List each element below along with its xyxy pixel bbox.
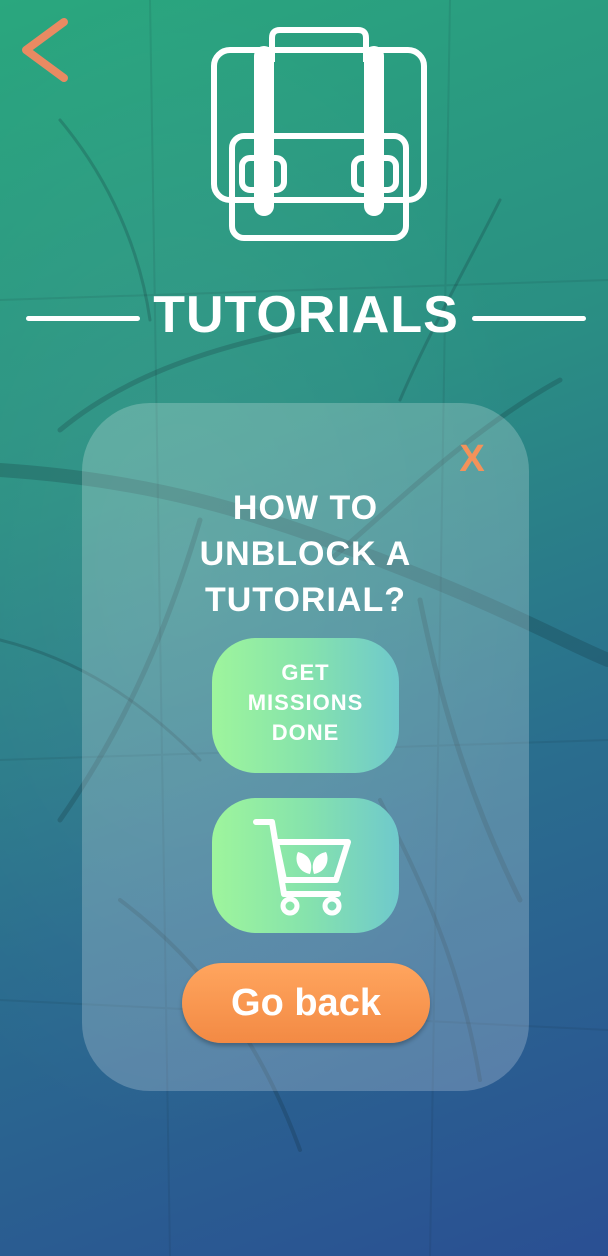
missions-button-label: GET MISSIONS DONE — [247, 660, 364, 745]
page-title: TUTORIALS — [153, 286, 459, 344]
go-back-button[interactable]: Go back — [182, 963, 430, 1043]
back-chevron-icon[interactable] — [14, 14, 74, 86]
title-divider-right — [472, 316, 586, 321]
title-divider-left — [26, 316, 140, 321]
tutorial-modal: X HOW TO UNBLOCK A TUTORIAL? GET MISSION… — [82, 403, 529, 1091]
close-button[interactable]: X — [447, 437, 497, 481]
modal-heading: HOW TO UNBLOCK A TUTORIAL? — [199, 489, 412, 619]
get-missions-done-button[interactable]: GET MISSIONS DONE — [212, 638, 399, 773]
briefcase-icon — [211, 27, 427, 241]
title-row: TUTORIALS — [0, 282, 608, 348]
shop-button[interactable] — [212, 798, 399, 933]
shopping-cart-leaf-icon — [253, 819, 351, 916]
